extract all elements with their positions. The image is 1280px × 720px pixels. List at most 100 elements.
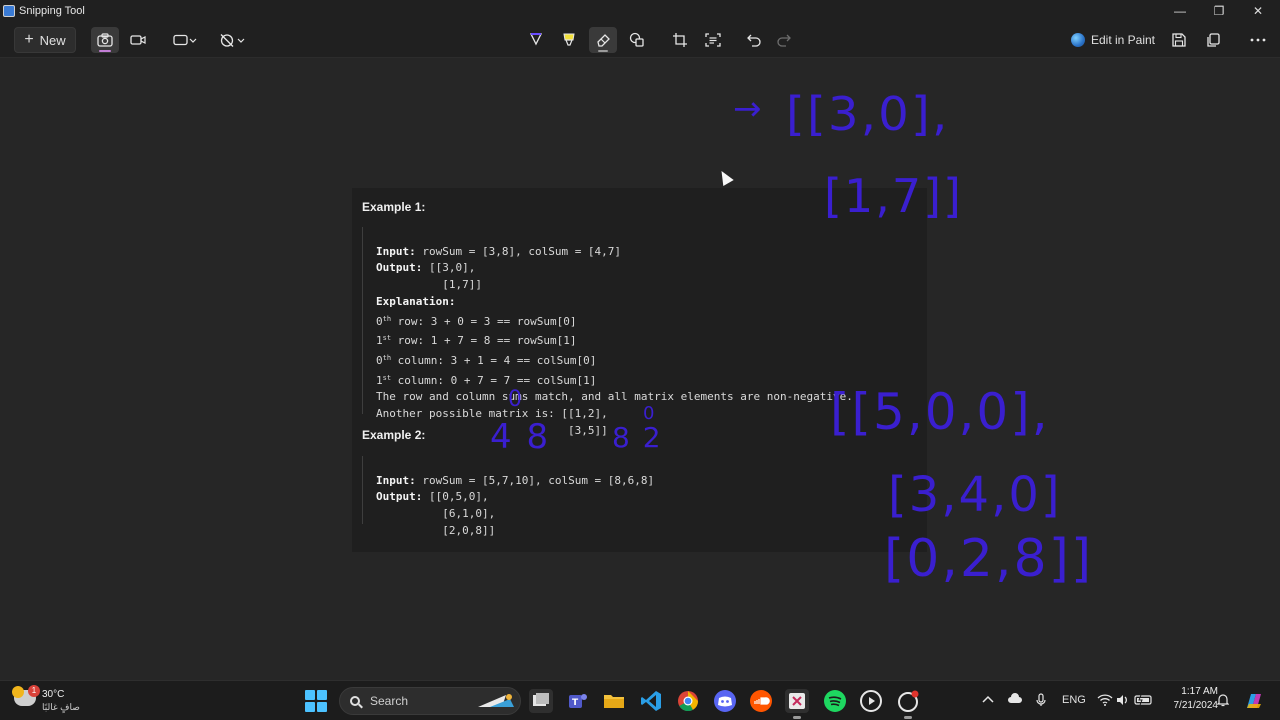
undo-icon bbox=[747, 34, 761, 47]
teams-app[interactable]: T bbox=[566, 689, 590, 713]
weather-temperature: 30°C bbox=[42, 689, 65, 700]
weather-condition: صافٍ غالبًا bbox=[42, 702, 80, 712]
active-app-indicator bbox=[904, 716, 912, 719]
spotify-app[interactable] bbox=[823, 689, 847, 713]
plus-icon: + bbox=[24, 31, 34, 48]
paint-icon bbox=[1070, 33, 1085, 47]
chrome-app[interactable] bbox=[676, 689, 700, 713]
search-label: Search bbox=[370, 694, 409, 708]
example1-input: rowSum = [3,8], colSum = [4,7] bbox=[415, 244, 622, 258]
no-delay-timer-icon bbox=[220, 34, 245, 47]
play-icon bbox=[860, 690, 882, 712]
spotify-icon bbox=[824, 690, 846, 712]
copilot-button[interactable] bbox=[1243, 690, 1265, 715]
redo-button[interactable] bbox=[771, 27, 797, 53]
taskbar: 1 30°C صافٍ غالبًا Search T ENG 1:17 AM … bbox=[0, 680, 1280, 720]
output-label: Output: bbox=[376, 490, 423, 504]
weather-widget[interactable]: 1 30°C صافٍ غالبًا bbox=[12, 685, 104, 716]
discord-icon bbox=[714, 690, 736, 712]
microphone-icon bbox=[1036, 693, 1046, 706]
vscode-icon bbox=[641, 691, 661, 711]
task-view-button[interactable] bbox=[529, 689, 553, 713]
captured-snip[interactable]: Example 1: Input: rowSum = [3,8], colSum… bbox=[352, 188, 927, 552]
teams-icon: T bbox=[569, 694, 587, 708]
record-app-icon bbox=[898, 690, 919, 712]
media-player-app[interactable] bbox=[859, 689, 883, 713]
input-label: Input: bbox=[376, 473, 416, 487]
record-mode-button[interactable] bbox=[124, 27, 152, 53]
input-label: Input: bbox=[376, 244, 416, 258]
clock-date[interactable]: 7/21/2024 bbox=[1150, 700, 1219, 711]
taskbar-search[interactable]: Search bbox=[339, 687, 521, 715]
vscode-app[interactable] bbox=[639, 689, 663, 713]
onedrive-tray[interactable] bbox=[1007, 693, 1023, 708]
task-view-icon bbox=[533, 693, 549, 706]
snipping-tool-app[interactable] bbox=[785, 689, 809, 719]
explanation-line: 0th row: 3 + 0 = 3 == rowSum[0] bbox=[376, 314, 577, 328]
weather-notification-badge: 1 bbox=[28, 685, 40, 697]
file-explorer-app[interactable] bbox=[602, 689, 626, 713]
shapes-button[interactable] bbox=[624, 27, 650, 53]
start-button[interactable] bbox=[305, 690, 327, 712]
soundcloud-app[interactable] bbox=[749, 689, 773, 713]
explanation-line: 0th column: 3 + 1 = 4 == colSum[0] bbox=[376, 353, 597, 367]
text-actions-icon bbox=[705, 33, 721, 47]
discord-app[interactable] bbox=[713, 689, 737, 713]
more-dots-icon bbox=[1250, 38, 1266, 42]
bell-icon bbox=[1216, 694, 1230, 707]
language-indicator[interactable]: ENG bbox=[1062, 694, 1086, 706]
snip-canvas[interactable]: Example 1: Input: rowSum = [3,8], colSum… bbox=[0, 59, 1280, 680]
eraser-button[interactable] bbox=[589, 27, 617, 53]
minimize-button[interactable]: — bbox=[1161, 0, 1199, 22]
notifications-button[interactable] bbox=[1216, 693, 1230, 710]
save-button[interactable] bbox=[1166, 27, 1192, 53]
ballpoint-pen-button[interactable] bbox=[524, 27, 548, 53]
close-button[interactable]: ✕ bbox=[1239, 0, 1277, 22]
new-snip-button[interactable]: + New bbox=[14, 27, 76, 53]
toolbar: + New Edit in Paint bbox=[0, 22, 1280, 58]
camera-icon bbox=[97, 33, 113, 47]
redo-icon bbox=[777, 34, 791, 47]
search-icon bbox=[350, 696, 360, 706]
example1-another-line2: [3,5]] bbox=[376, 423, 608, 437]
edit-in-paint-label: Edit in Paint bbox=[1090, 33, 1156, 47]
ink-matrix-row1: [[3,0], bbox=[786, 87, 950, 141]
output-label: Output: bbox=[376, 261, 423, 275]
example2-input: rowSum = [5,7,10], colSum = [8,6,8] bbox=[415, 473, 655, 487]
video-camera-icon bbox=[130, 35, 146, 45]
edit-in-paint-button[interactable]: Edit in Paint bbox=[1066, 27, 1160, 53]
recording-app[interactable] bbox=[896, 689, 920, 719]
quick-settings-button[interactable] bbox=[1097, 693, 1155, 710]
text-actions-button[interactable] bbox=[700, 27, 726, 53]
clock-time[interactable]: 1:17 AM bbox=[1166, 686, 1218, 697]
ballpoint-pen-icon bbox=[529, 33, 543, 46]
maximize-button[interactable]: ❐ bbox=[1200, 0, 1238, 22]
snipping-tool-icon bbox=[789, 693, 805, 709]
snip-shape-dropdown[interactable] bbox=[167, 27, 203, 53]
microphone-tray[interactable] bbox=[1036, 693, 1046, 710]
chevron-up-icon bbox=[982, 695, 994, 703]
delay-dropdown[interactable] bbox=[214, 27, 250, 53]
snipping-tool-app-icon bbox=[3, 5, 15, 17]
crop-button[interactable] bbox=[667, 27, 693, 53]
crop-icon bbox=[673, 33, 687, 47]
explanation-line: 1st row: 1 + 7 = 8 == rowSum[1] bbox=[376, 334, 577, 348]
undo-button[interactable] bbox=[741, 27, 767, 53]
new-button-label: New bbox=[39, 32, 66, 48]
example1-output-line1: [[3,0], bbox=[422, 261, 476, 275]
screenshot-mode-button[interactable] bbox=[91, 27, 119, 53]
highlighter-icon bbox=[563, 33, 575, 46]
example1-summary: The row and column sums match, and all m… bbox=[376, 390, 853, 404]
copy-button[interactable] bbox=[1200, 27, 1226, 53]
wifi-volume-battery-icons bbox=[1097, 694, 1152, 706]
save-icon bbox=[1172, 33, 1186, 47]
more-options-button[interactable] bbox=[1244, 27, 1272, 53]
highlighter-button[interactable] bbox=[557, 27, 581, 53]
show-hidden-icons-button[interactable] bbox=[982, 693, 994, 707]
copy-icon bbox=[1207, 33, 1220, 47]
eraser-icon bbox=[597, 34, 610, 47]
explanation-label: Explanation: bbox=[376, 294, 456, 308]
rectangle-mode-icon bbox=[173, 34, 197, 46]
folder-icon bbox=[604, 695, 624, 708]
active-app-indicator bbox=[793, 716, 801, 719]
